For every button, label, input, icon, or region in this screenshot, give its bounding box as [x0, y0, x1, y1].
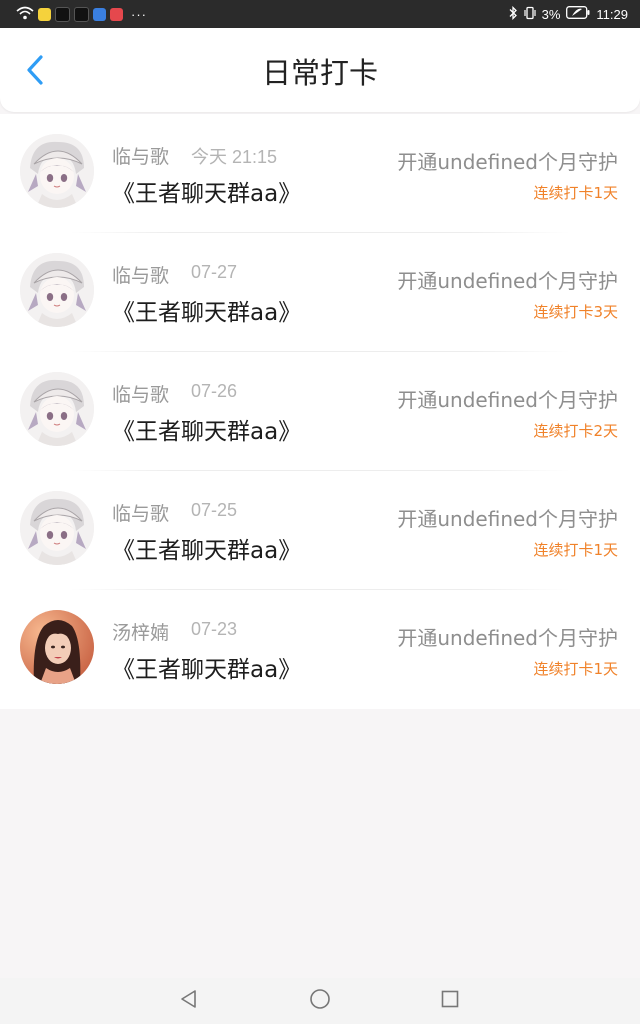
- checkin-row[interactable]: 临与歌 今天 21:15 《王者聊天群aa》 开通undefined个月守护 连…: [0, 114, 640, 233]
- checkin-list: 临与歌 今天 21:15 《王者聊天群aa》 开通undefined个月守护 连…: [0, 114, 640, 709]
- username: 临与歌: [112, 265, 170, 287]
- avatar[interactable]: [20, 491, 94, 565]
- avatar[interactable]: [20, 134, 94, 208]
- triangle-back-icon: [179, 989, 199, 1013]
- page-title: 日常打卡: [261, 56, 378, 90]
- username: 汤梓婻: [112, 622, 170, 644]
- app-notification-icon: [93, 7, 106, 21]
- circle-home-icon: [309, 988, 331, 1014]
- checkin-row[interactable]: 汤梓婻 07-23 《王者聊天群aa》 开通undefined个月守护 连续打卡…: [0, 590, 640, 709]
- anime-avatar-image: [20, 372, 94, 446]
- username: 临与歌: [112, 384, 170, 406]
- anime-avatar-image: [20, 491, 94, 565]
- status-bar: ··· 3% 11:29: [0, 0, 640, 28]
- username: 临与歌: [112, 503, 170, 525]
- group-name: 《王者聊天群aa》: [112, 538, 302, 564]
- checkin-row[interactable]: 临与歌 07-27 《王者聊天群aa》 开通undefined个月守护 连续打卡…: [0, 233, 640, 352]
- app-header: 日常打卡: [0, 28, 640, 112]
- streak-label: 连续打卡2天: [533, 422, 618, 440]
- group-name: 《王者聊天群aa》: [112, 181, 302, 207]
- nav-recents-button[interactable]: [439, 990, 461, 1012]
- app-notification-icon: [74, 6, 89, 22]
- system-nav-bar: [0, 978, 640, 1024]
- guard-text: 开通undefined个月守护: [397, 626, 618, 650]
- vibrate-icon: [524, 6, 536, 23]
- more-notifications-indicator: ···: [131, 6, 147, 22]
- guard-text: 开通undefined个月守护: [397, 507, 618, 531]
- checkin-row[interactable]: 临与歌 07-26 《王者聊天群aa》 开通undefined个月守护 连续打卡…: [0, 352, 640, 471]
- clock: 11:29: [596, 6, 628, 22]
- bluetooth-icon: [508, 5, 518, 23]
- photo-avatar-image: [20, 610, 94, 684]
- streak-label: 连续打卡1天: [533, 660, 618, 678]
- guard-text: 开通undefined个月守护: [397, 269, 618, 293]
- nav-home-button[interactable]: [309, 988, 331, 1014]
- app-notification-icon: [38, 7, 51, 21]
- checkin-time: 今天 21:15: [191, 147, 278, 167]
- avatar[interactable]: [20, 610, 94, 684]
- username: 临与歌: [112, 146, 170, 168]
- checkin-time: 07-23: [191, 619, 238, 639]
- guard-text: 开通undefined个月守护: [397, 150, 618, 174]
- avatar[interactable]: [20, 253, 94, 327]
- checkin-time: 07-25: [191, 500, 238, 520]
- checkin-time: 07-27: [191, 262, 238, 282]
- anime-avatar-image: [20, 253, 94, 327]
- group-name: 《王者聊天群aa》: [112, 657, 302, 683]
- avatar[interactable]: [20, 372, 94, 446]
- guard-text: 开通undefined个月守护: [397, 388, 618, 412]
- square-recents-icon: [440, 989, 460, 1013]
- group-name: 《王者聊天群aa》: [112, 419, 302, 445]
- checkin-time: 07-26: [191, 381, 238, 401]
- checkin-row[interactable]: 临与歌 07-25 《王者聊天群aa》 开通undefined个月守护 连续打卡…: [0, 471, 640, 590]
- app-notification-icon: [55, 6, 70, 22]
- streak-label: 连续打卡1天: [533, 541, 618, 559]
- battery-icon: [566, 6, 590, 22]
- group-name: 《王者聊天群aa》: [112, 300, 302, 326]
- streak-label: 连续打卡1天: [533, 184, 618, 202]
- nav-back-button[interactable]: [178, 990, 200, 1012]
- streak-label: 连续打卡3天: [533, 303, 618, 321]
- wifi-icon: [16, 6, 34, 23]
- battery-percent: 3%: [541, 6, 561, 22]
- app-notification-icon: [110, 7, 123, 21]
- anime-avatar-image: [20, 134, 94, 208]
